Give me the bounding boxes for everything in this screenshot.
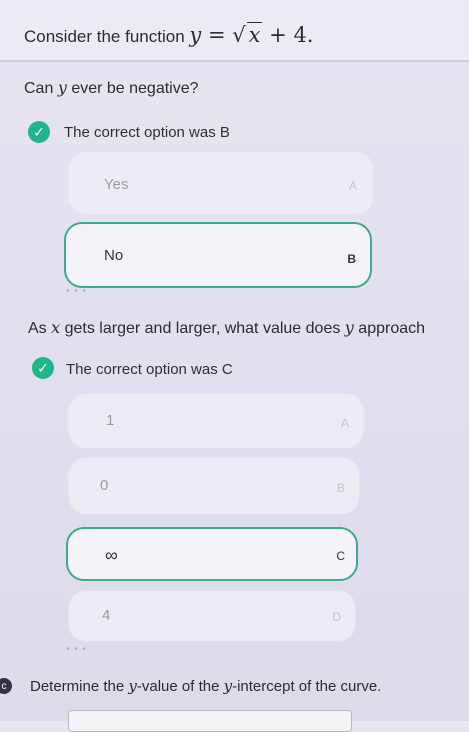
option-label: 1: [106, 412, 115, 429]
feedback-text: The correct option was B: [64, 124, 230, 141]
option-letter: D: [332, 610, 341, 624]
option-label: ∞: [105, 545, 118, 565]
option-letter: A: [348, 179, 357, 193]
option-c[interactable]: ∞ C: [66, 527, 358, 581]
check-icon: ✓: [32, 357, 54, 379]
option-label: 0: [100, 477, 109, 494]
option-label: No: [104, 247, 124, 264]
question-text: Can y ever be negative?: [24, 78, 199, 97]
option-b[interactable]: 0 B: [68, 457, 360, 515]
divider: [0, 60, 469, 62]
feedback-text: The correct option was C: [66, 361, 233, 378]
function-stem: Consider the function y = √ x + 4.: [24, 22, 314, 47]
option-d[interactable]: 4 D: [68, 590, 356, 642]
question-text: As x gets larger and larger, what value …: [28, 318, 426, 337]
separator-dots: • • •: [66, 286, 88, 297]
question-number-badge: c: [0, 678, 12, 694]
option-a[interactable]: 1 A: [68, 393, 364, 449]
answer-input[interactable]: [68, 710, 352, 732]
equation: y = √ x + 4.: [189, 22, 314, 47]
option-a[interactable]: Yes A: [68, 151, 374, 215]
option-letter: B: [336, 481, 345, 495]
option-letter: B: [347, 252, 356, 266]
option-letter: C: [336, 549, 345, 563]
separator-dots: • • •: [66, 644, 88, 655]
option-letter: A: [340, 416, 349, 430]
option-label: Yes: [104, 176, 129, 193]
question-text: Determine the y-value of the y-intercept…: [30, 677, 382, 695]
check-icon: ✓: [28, 121, 50, 143]
option-label: 4: [102, 607, 111, 624]
option-b[interactable]: No B: [64, 222, 372, 288]
